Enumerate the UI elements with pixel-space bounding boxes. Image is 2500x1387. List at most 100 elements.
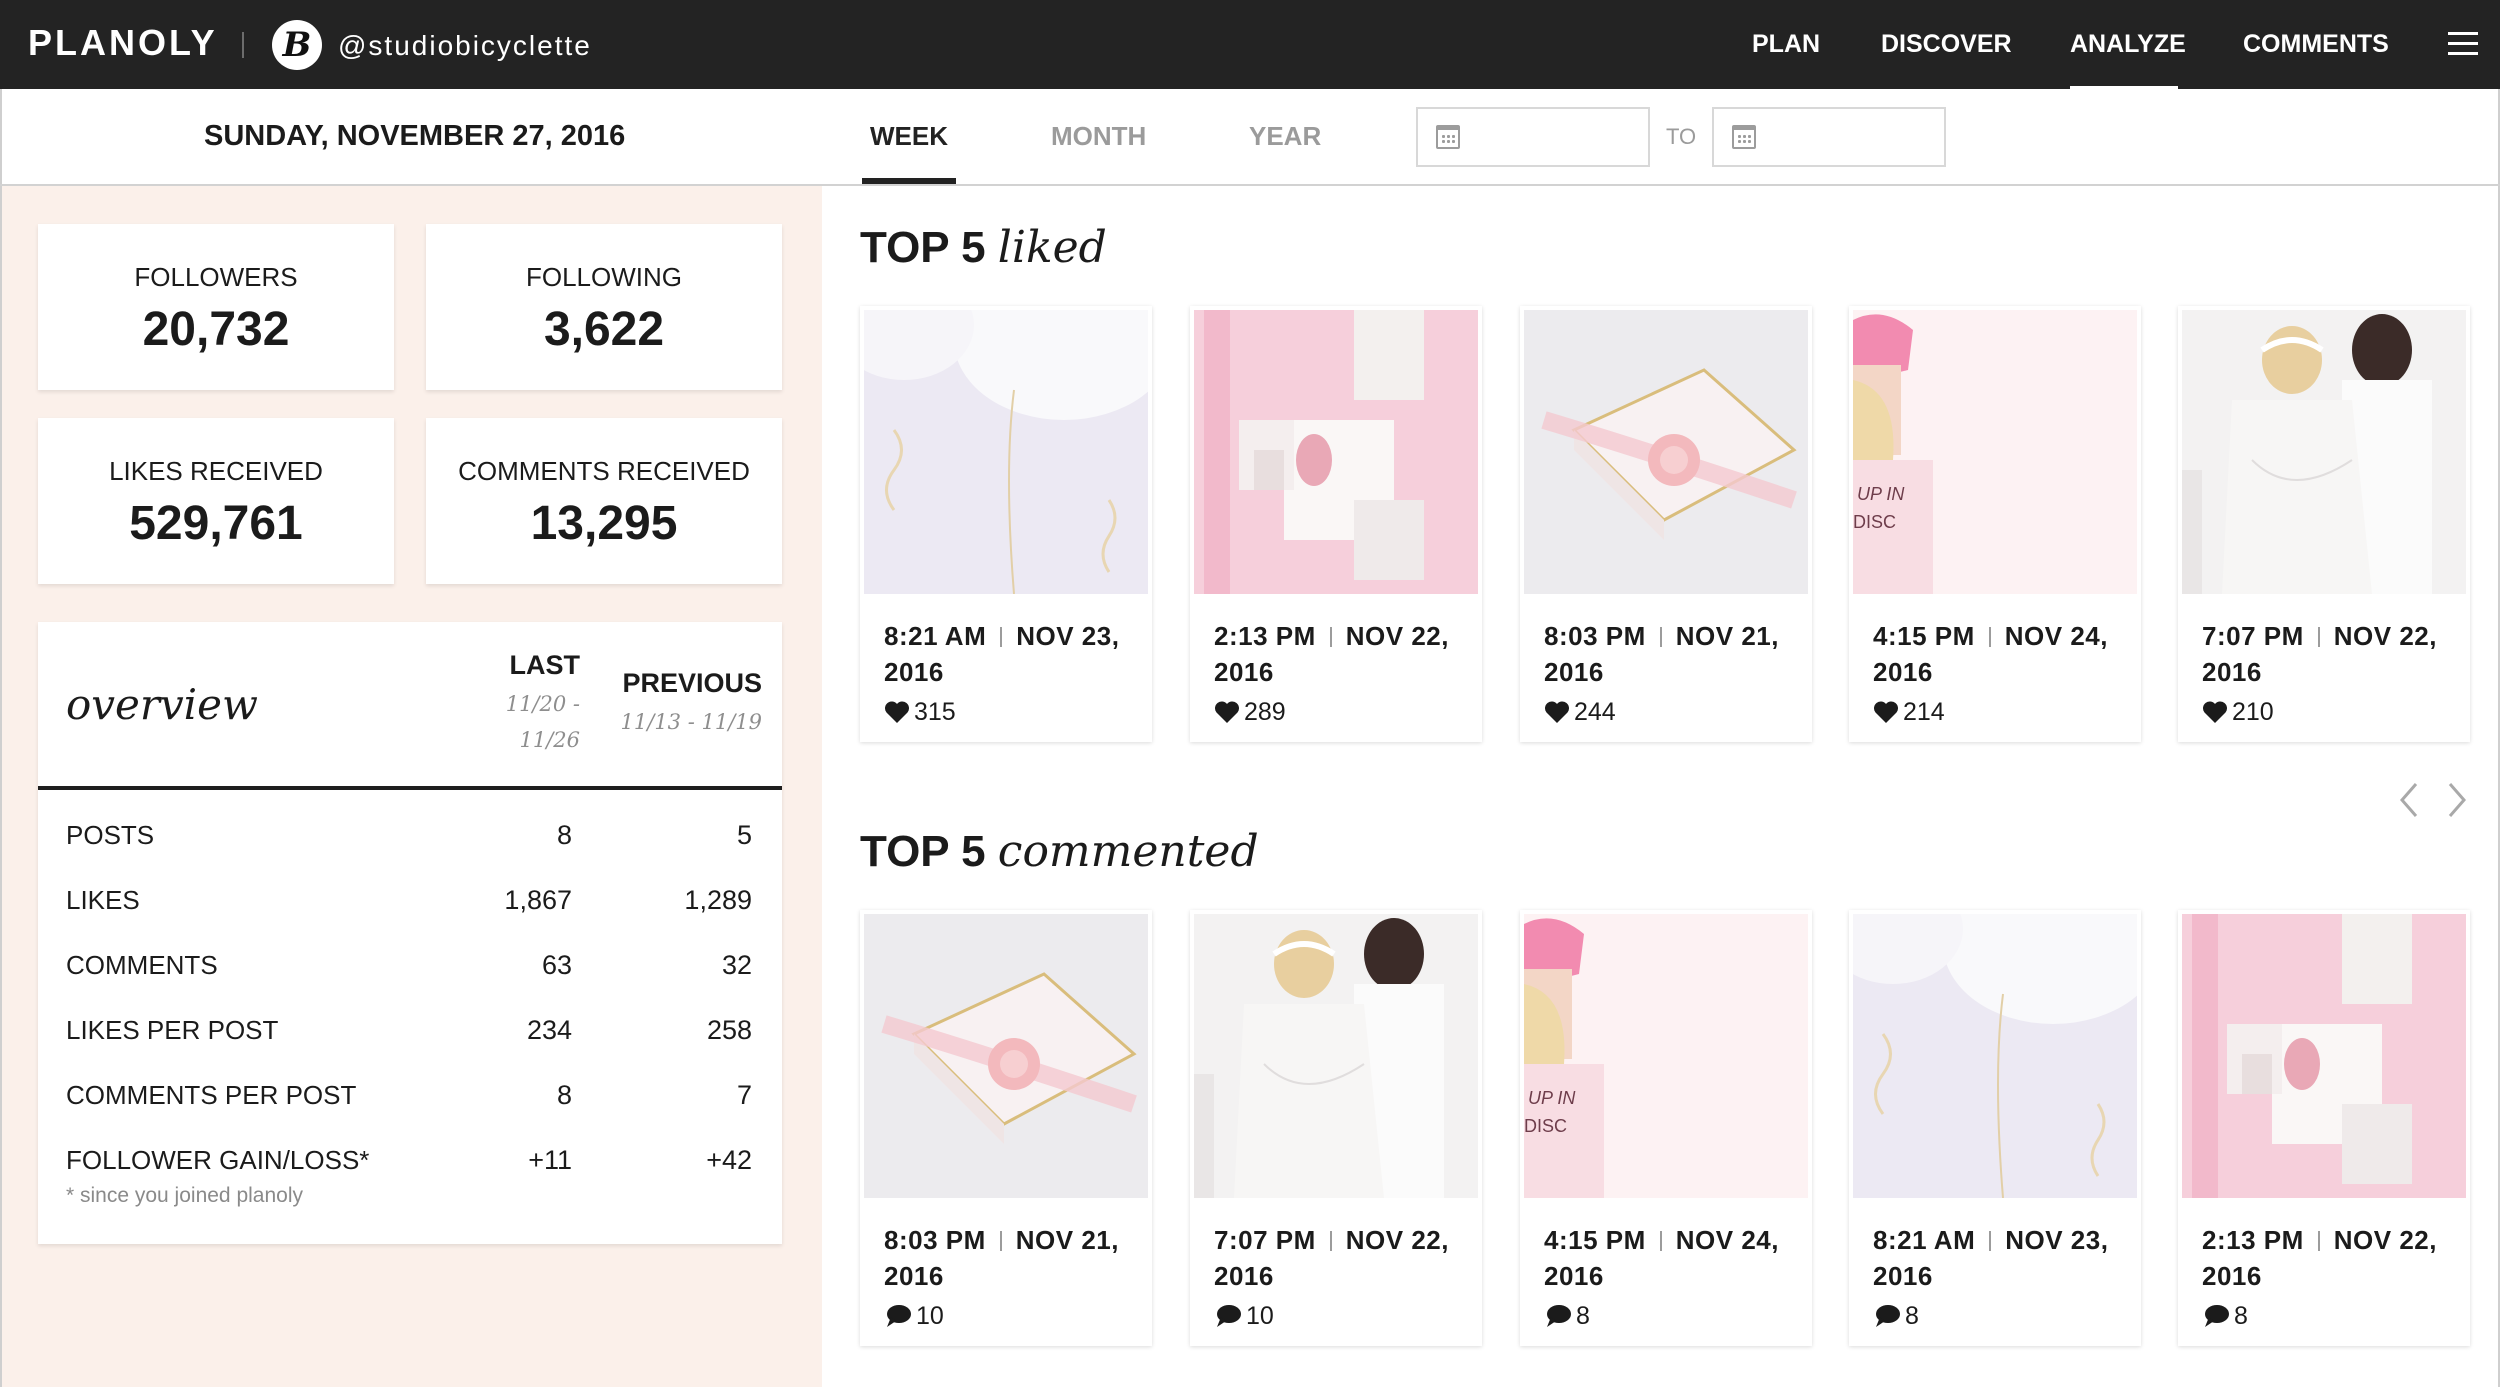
liked-post-card[interactable]: 8:21 AM NOV 23, 2016 315 bbox=[860, 306, 1152, 742]
post-year: 2016 bbox=[1544, 657, 1604, 687]
row-label: POSTS bbox=[66, 820, 155, 850]
timestamp-separator bbox=[1329, 627, 1332, 647]
post-thumbnail[interactable]: UP IN DISC bbox=[1853, 310, 2137, 594]
metric-value: 315 bbox=[914, 698, 956, 726]
metric-value: 10 bbox=[916, 1302, 944, 1330]
overview-row-likes-per-post: LIKES PER POST 234 258 bbox=[38, 1015, 782, 1055]
metric-value: 214 bbox=[1903, 698, 1945, 726]
row-label: LIKES bbox=[66, 885, 140, 915]
nav-analyze[interactable]: ANALYZE bbox=[2070, 30, 2186, 59]
metric-value: 8 bbox=[1576, 1302, 1590, 1330]
timestamp-separator bbox=[2317, 627, 2320, 647]
post-date: NOV 24, bbox=[2004, 621, 2108, 651]
post-thumbnail[interactable] bbox=[2182, 914, 2466, 1198]
row-previous-value: 1,289 bbox=[684, 885, 752, 915]
metric-value: 8 bbox=[2234, 1302, 2248, 1330]
post-date: NOV 22, bbox=[1345, 1225, 1449, 1255]
row-label: FOLLOWER GAIN/LOSS* bbox=[66, 1145, 370, 1175]
end-date-input[interactable] bbox=[1770, 117, 1938, 157]
likes-received-label: LIKES RECEIVED bbox=[109, 456, 323, 486]
like-count: 244 bbox=[1544, 698, 1616, 727]
post-timestamp: 4:15 PM NOV 24, 2016 bbox=[1873, 618, 2133, 690]
post-timestamp: 2:13 PM NOV 22, 2016 bbox=[1214, 618, 1474, 690]
post-time: 2:13 PM bbox=[2202, 1225, 2304, 1255]
likes-received-value: 529,761 bbox=[129, 497, 303, 550]
post-thumbnail[interactable] bbox=[2182, 310, 2466, 594]
commented-post-card[interactable]: UP IN DISC 4:15 PM NOV 24, 2016 8 bbox=[1520, 910, 1812, 1346]
svg-text:DISC: DISC bbox=[1853, 512, 1896, 532]
row-last-value: 234 bbox=[526, 1015, 572, 1045]
post-thumbnail[interactable] bbox=[1524, 310, 1808, 594]
overview-title: overview bbox=[66, 680, 258, 729]
like-count: 210 bbox=[2202, 698, 2274, 727]
post-time: 8:03 PM bbox=[1544, 621, 1646, 651]
hamburger-icon[interactable] bbox=[2448, 32, 2478, 56]
liked-post-card[interactable]: UP IN DISC 4:15 PM NOV 24, 2016 214 bbox=[1849, 306, 2141, 742]
chevron-right-icon[interactable] bbox=[2446, 780, 2468, 820]
row-last-value: 1,867 bbox=[504, 885, 572, 915]
previous-column-header: PREVIOUS bbox=[622, 668, 762, 698]
post-timestamp: 8:03 PM NOV 21, 2016 bbox=[884, 1222, 1144, 1294]
post-timestamp: 7:07 PM NOV 22, 2016 bbox=[1214, 1222, 1474, 1294]
overview-row-follower-gain-loss: FOLLOWER GAIN/LOSS* +11 +42 bbox=[38, 1145, 782, 1185]
like-count: 315 bbox=[884, 698, 956, 727]
end-date-field[interactable] bbox=[1712, 107, 1946, 167]
start-date-input[interactable] bbox=[1474, 117, 1642, 157]
comment-count: 8 bbox=[1544, 1302, 1590, 1331]
post-date: NOV 21, bbox=[1675, 621, 1779, 651]
overview-table: overview LAST 11/20 - 11/26 PREVIOUS 11/… bbox=[38, 622, 782, 1244]
chevron-left-icon[interactable] bbox=[2398, 780, 2420, 820]
post-time: 7:07 PM bbox=[2202, 621, 2304, 651]
commented-post-card[interactable]: 7:07 PM NOV 22, 2016 10 bbox=[1190, 910, 1482, 1346]
post-year: 2016 bbox=[2202, 1261, 2262, 1291]
post-year: 2016 bbox=[1544, 1261, 1604, 1291]
timestamp-separator bbox=[2317, 1231, 2320, 1251]
top-commented-heading-bold: TOP 5 bbox=[860, 827, 986, 876]
post-time: 4:15 PM bbox=[1544, 1225, 1646, 1255]
comments-received-label: COMMENTS RECEIVED bbox=[458, 456, 750, 486]
post-thumbnail[interactable] bbox=[864, 914, 1148, 1198]
liked-post-card[interactable]: 8:03 PM NOV 21, 2016 244 bbox=[1520, 306, 1812, 742]
post-time: 4:15 PM bbox=[1873, 621, 1975, 651]
liked-post-card[interactable]: 7:07 PM NOV 22, 2016 210 bbox=[2178, 306, 2470, 742]
commented-post-card[interactable]: 2:13 PM NOV 22, 2016 8 bbox=[2178, 910, 2470, 1346]
nav-comments[interactable]: COMMENTS bbox=[2243, 30, 2389, 59]
post-date: NOV 22, bbox=[2333, 1225, 2437, 1255]
nav-plan[interactable]: PLAN bbox=[1752, 30, 1820, 59]
post-year: 2016 bbox=[1214, 657, 1274, 687]
post-thumbnail[interactable] bbox=[1194, 310, 1478, 594]
post-thumbnail[interactable] bbox=[1853, 914, 2137, 1198]
commented-post-card[interactable]: 8:21 AM NOV 23, 2016 8 bbox=[1849, 910, 2141, 1346]
row-previous-value: 7 bbox=[736, 1080, 752, 1110]
row-last-value: +11 bbox=[528, 1145, 572, 1175]
post-thumbnail[interactable] bbox=[1194, 914, 1478, 1198]
post-time: 2:13 PM bbox=[1214, 621, 1316, 651]
planoly-logo[interactable]: PLANOLY bbox=[28, 22, 218, 64]
last-range-end: 11/26 bbox=[519, 728, 580, 752]
overview-header-rule bbox=[38, 786, 782, 790]
tab-week[interactable]: WEEK bbox=[870, 121, 948, 152]
post-time: 8:21 AM bbox=[884, 621, 987, 651]
active-tab-indicator bbox=[862, 178, 956, 184]
speech-bubble-icon bbox=[2205, 1305, 2229, 1327]
account-handle[interactable]: @studiobicyclette bbox=[338, 30, 592, 62]
liked-post-card[interactable]: 2:13 PM NOV 22, 2016 289 bbox=[1190, 306, 1482, 742]
post-thumbnail[interactable] bbox=[864, 310, 1148, 594]
account-avatar[interactable]: B bbox=[272, 20, 322, 70]
post-year: 2016 bbox=[1873, 1261, 1933, 1291]
row-previous-value: +42 bbox=[706, 1145, 752, 1175]
timestamp-separator bbox=[1000, 627, 1003, 647]
tab-year[interactable]: YEAR bbox=[1249, 121, 1321, 152]
post-thumbnail[interactable]: UP IN DISC bbox=[1524, 914, 1808, 1198]
following-card: FOLLOWING 3,622 bbox=[426, 224, 782, 390]
start-date-field[interactable] bbox=[1416, 107, 1650, 167]
post-year: 2016 bbox=[1873, 657, 1933, 687]
nav-discover[interactable]: DISCOVER bbox=[1881, 30, 2012, 59]
top-liked-heading: TOP 5 liked bbox=[860, 222, 1107, 273]
overview-row-posts: POSTS 8 5 bbox=[38, 820, 782, 860]
overview-row-likes: LIKES 1,867 1,289 bbox=[38, 885, 782, 925]
tab-month[interactable]: MONTH bbox=[1051, 121, 1146, 152]
commented-post-card[interactable]: 8:03 PM NOV 21, 2016 10 bbox=[860, 910, 1152, 1346]
followers-card: FOLLOWERS 20,732 bbox=[38, 224, 394, 390]
top-commented-heading-italic: commented bbox=[997, 826, 1259, 877]
